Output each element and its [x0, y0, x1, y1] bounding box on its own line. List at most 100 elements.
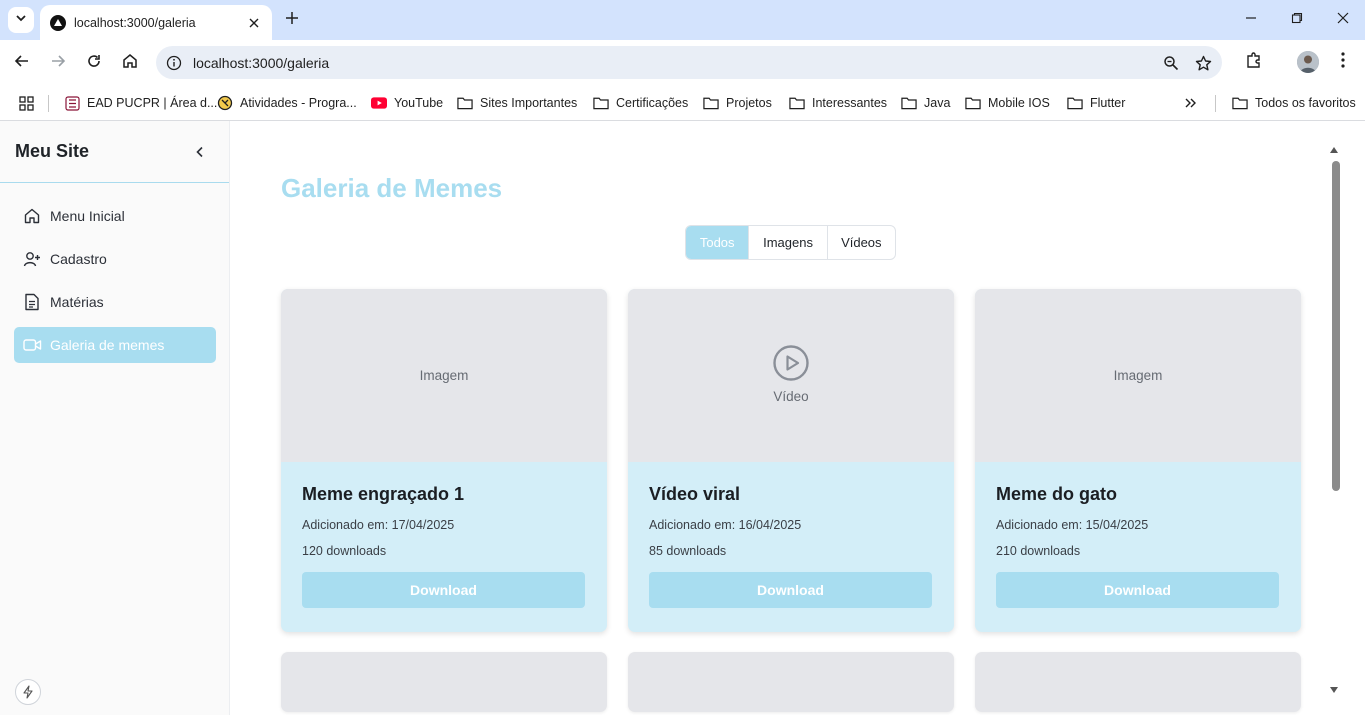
sidebar: Meu Site Menu Inicial Cadastro Matérias …	[0, 121, 230, 715]
apps-button[interactable]	[18, 91, 41, 115]
card-title: Meme engraçado 1	[302, 484, 465, 504]
download-button[interactable]: Download	[649, 572, 932, 608]
meme-card-partial	[281, 652, 607, 712]
folder-icon	[965, 95, 981, 111]
bookmarks-divider	[1215, 95, 1216, 112]
card-downloads: 120 downloads	[302, 544, 387, 558]
bookmark-folder-interessantes[interactable]: Interessantes	[789, 91, 887, 115]
address-bar[interactable]: localhost:3000/galeria	[156, 46, 1222, 79]
bookmarks-divider	[48, 95, 49, 112]
forward-button[interactable]	[43, 48, 73, 78]
tab-search-button[interactable]	[8, 7, 34, 33]
all-bookmarks-folder[interactable]: Todos os favoritos	[1232, 91, 1356, 115]
scroll-up-arrow-icon[interactable]	[1329, 145, 1339, 155]
filter-videos[interactable]: Vídeos	[828, 226, 895, 259]
media-label: Imagem	[1113, 368, 1163, 383]
main-content: Galeria de Memes Todos Imagens Vídeos Im…	[231, 121, 1365, 715]
folder-icon	[703, 95, 719, 111]
tab-title: localhost:3000/galeria	[74, 15, 196, 30]
bookmark-folder-java[interactable]: Java	[901, 91, 950, 115]
new-tab-button[interactable]	[280, 8, 304, 32]
arrow-left-icon	[14, 53, 30, 74]
zoom-icon[interactable]	[1160, 52, 1182, 74]
meme-card: Vídeo Vídeo viral Adicionado em: 16/04/2…	[628, 289, 954, 632]
sidebar-item-cadastro[interactable]: Cadastro	[14, 241, 216, 277]
media-label: Imagem	[419, 368, 469, 383]
bookmark-label: Java	[924, 96, 951, 110]
puzzle-icon	[1245, 51, 1263, 74]
bookmark-label: Certificações	[616, 96, 689, 110]
sidebar-item-menu-inicial[interactable]: Menu Inicial	[14, 198, 216, 234]
minimize-button[interactable]	[1228, 0, 1274, 40]
bookmark-youtube[interactable]: YouTube	[371, 91, 443, 115]
sidebar-header: Meu Site	[0, 121, 229, 183]
browser-toolbar: localhost:3000/galeria	[0, 40, 1365, 85]
card-media-video[interactable]: Vídeo	[628, 289, 954, 462]
extensions-button[interactable]	[1242, 50, 1266, 74]
bookmark-ead-pucpr[interactable]: EAD PUCPR | Área d...	[64, 91, 217, 115]
play-circle-icon	[772, 344, 810, 385]
bookmark-label: YouTube	[394, 96, 444, 110]
chevron-left-icon	[196, 146, 203, 158]
scrollbar-thumb[interactable]	[1332, 161, 1340, 491]
card-media-image[interactable]: Imagem	[975, 289, 1301, 462]
collapse-sidebar-button[interactable]	[190, 142, 210, 162]
download-button[interactable]: Download	[996, 572, 1279, 608]
browser-tab[interactable]: localhost:3000/galeria	[40, 5, 272, 40]
folder-icon	[901, 95, 917, 111]
meme-card: Imagem Meme engraçado 1 Adicionado em: 1…	[281, 289, 607, 632]
filter-todos[interactable]: Todos	[686, 226, 750, 259]
download-button[interactable]: Download	[302, 572, 585, 608]
site-icon	[217, 95, 233, 111]
back-button[interactable]	[7, 48, 37, 78]
bookmark-folder-certificacoes[interactable]: Certificações	[593, 91, 688, 115]
home-icon	[122, 53, 138, 74]
meme-card: Imagem Meme do gato Adicionado em: 15/04…	[975, 289, 1301, 632]
bookmark-folder-sites-importantes[interactable]: Sites Importantes	[457, 91, 577, 115]
sidebar-item-label: Menu Inicial	[50, 208, 125, 224]
close-window-button[interactable]	[1320, 0, 1365, 40]
lightning-icon	[23, 685, 33, 699]
restore-button[interactable]	[1274, 0, 1320, 40]
card-downloads: 85 downloads	[649, 544, 727, 558]
card-date: Adicionado em: 16/04/2025	[649, 518, 802, 532]
folder-icon	[789, 95, 805, 111]
site-title: Meu Site	[15, 141, 90, 161]
scroll-down-arrow-icon[interactable]	[1329, 685, 1339, 695]
bookmark-atividades[interactable]: Atividades - Progra...	[217, 91, 357, 115]
card-media-image[interactable]: Imagem	[281, 289, 607, 462]
bookmark-label: Mobile IOS	[988, 96, 1050, 110]
nextjs-favicon-icon	[50, 14, 66, 31]
site-info-icon[interactable]	[165, 54, 183, 72]
bookmark-folder-projetos[interactable]: Projetos	[703, 91, 772, 115]
youtube-icon	[371, 95, 387, 111]
sidebar-item-label: Cadastro	[50, 251, 107, 267]
bookmark-folder-flutter[interactable]: Flutter	[1067, 91, 1125, 115]
sidebar-item-galeria-de-memes[interactable]: Galeria de memes	[14, 327, 216, 363]
document-icon	[22, 292, 42, 312]
folder-icon	[457, 95, 473, 111]
filter-imagens[interactable]: Imagens	[749, 226, 828, 259]
bookmark-folder-mobile-ios[interactable]: Mobile IOS	[965, 91, 1050, 115]
minimize-icon	[1245, 11, 1257, 29]
folder-icon	[1232, 95, 1248, 111]
bookmarks-bar: EAD PUCPR | Área d... Atividades - Progr…	[0, 85, 1365, 121]
home-button[interactable]	[115, 48, 145, 78]
card-downloads: 210 downloads	[996, 544, 1081, 558]
sidebar-item-materias[interactable]: Matérias	[14, 284, 216, 320]
restore-icon	[1291, 11, 1303, 29]
bookmark-label: Interessantes	[812, 96, 888, 110]
card-date: Adicionado em: 15/04/2025	[996, 518, 1149, 532]
browser-menu-button[interactable]	[1331, 50, 1355, 74]
dev-tools-button[interactable]	[15, 679, 41, 705]
bookmark-star-icon[interactable]	[1192, 52, 1214, 74]
folder-icon	[1067, 95, 1083, 111]
profile-avatar[interactable]	[1297, 51, 1319, 73]
plus-icon	[285, 11, 299, 30]
reload-button[interactable]	[79, 48, 109, 78]
chevron-down-icon	[15, 11, 27, 29]
more-bookmarks-button[interactable]	[1183, 91, 1206, 115]
avatar-icon	[1297, 51, 1319, 73]
close-tab-icon[interactable]	[244, 13, 264, 33]
sidebar-item-label: Galeria de memes	[50, 337, 165, 353]
